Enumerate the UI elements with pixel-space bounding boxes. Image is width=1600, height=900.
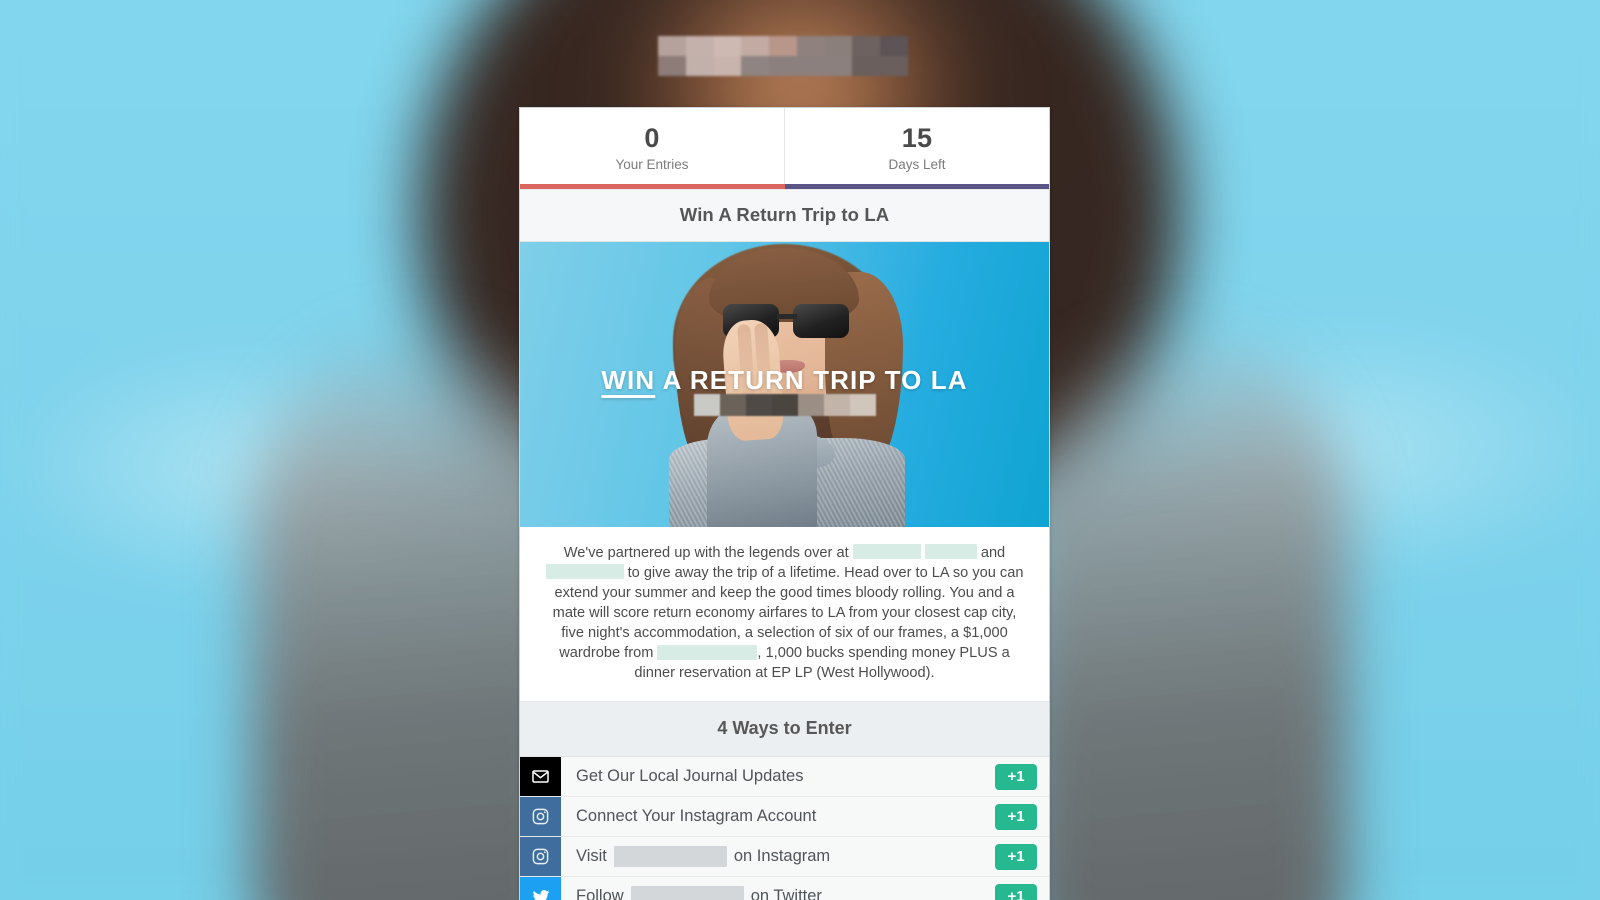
redaction-tile — [852, 56, 881, 76]
entry-label[interactable]: Connect Your Instagram Account — [561, 797, 995, 836]
your-entries-rule — [520, 183, 785, 189]
days-left-value: 15 — [901, 123, 933, 153]
redaction-tile — [741, 56, 770, 76]
counter-your-entries: 0 Your Entries — [520, 108, 784, 184]
entry-list: Get Our Local Journal Updates +1 Connect Y… — [520, 757, 1049, 900]
redaction-tile — [880, 36, 908, 56]
instagram-icon[interactable] — [520, 837, 561, 877]
entry-points: +1 — [995, 757, 1049, 796]
entry-label[interactable]: Visit on Instagram — [561, 837, 995, 876]
entry-label-text: Connect Your Instagram Account — [576, 807, 817, 826]
promo-description: We've partnered up with the legends over… — [520, 526, 1049, 703]
redaction-tile — [824, 56, 853, 76]
redaction-tile — [824, 36, 853, 56]
redacted-brand-2 — [924, 544, 977, 560]
description-part-1: We've partnered up with the legends over… — [563, 544, 849, 561]
your-entries-label: Your Entries — [615, 157, 689, 173]
redaction-tile — [769, 56, 797, 76]
envelope-icon[interactable] — [520, 757, 561, 797]
entry-label-text: Follow — [576, 887, 624, 900]
giveaway-widget-card: 0 Your Entries 15 Days Left Win A Return… — [519, 107, 1050, 900]
redaction-tile — [797, 393, 824, 416]
entry-label[interactable]: Get Our Local Journal Updates — [561, 757, 995, 796]
entry-points: +1 — [995, 877, 1049, 900]
entry-points: +1 — [995, 797, 1049, 836]
hero-headline: WIN A RETURN TRIP TO LA — [520, 365, 1049, 396]
redaction-tile — [741, 36, 770, 56]
redaction-tile — [685, 56, 714, 76]
days-left-rule — [784, 183, 1049, 189]
twitter-icon[interactable] — [520, 877, 561, 900]
entry-row[interactable]: Connect Your Instagram Account +1 — [520, 797, 1049, 838]
redaction-tile — [719, 393, 746, 416]
description-part-2: and — [980, 544, 1006, 561]
hero-image: WIN A RETURN TRIP TO LA — [520, 241, 1049, 527]
redacted-brand-3 — [545, 564, 624, 580]
hero-headline-underlined: WIN — [601, 364, 656, 395]
entry-label[interactable]: Follow on Twitter — [561, 877, 995, 900]
redacted-brand-4 — [657, 644, 758, 660]
instagram-icon[interactable] — [520, 797, 561, 837]
blurred-body-right — [1018, 330, 1348, 900]
redacted-handle — [630, 886, 744, 900]
counter-days-left: 15 Days Left — [784, 108, 1049, 184]
entry-row[interactable]: Follow on Twitter +1 — [520, 877, 1049, 900]
redaction-tile — [693, 393, 720, 416]
redaction-tile — [796, 36, 825, 56]
points-badge[interactable]: +1 — [995, 883, 1037, 900]
redaction-tile — [745, 393, 772, 416]
redaction-tile — [658, 36, 686, 56]
hero-headline-rest: A RETURN TRIP TO LA — [655, 364, 968, 395]
days-left-label: Days Left — [888, 157, 946, 173]
redaction-tile — [796, 56, 825, 76]
redaction-tile — [713, 56, 742, 76]
ways-to-enter-title: 4 Ways to Enter — [520, 702, 1049, 758]
entry-label-suffix: on Instagram — [733, 847, 831, 866]
hero-redacted-logo — [693, 393, 876, 416]
page-title: Win A Return Trip to LA — [520, 188, 1049, 242]
entry-label-suffix: on Twitter — [750, 887, 822, 900]
entry-label-text: Get Our Local Journal Updates — [576, 767, 804, 786]
points-badge[interactable]: +1 — [995, 763, 1037, 790]
redaction-tile — [658, 56, 686, 76]
redacted-handle — [613, 846, 727, 868]
entry-label-text: Visit — [576, 847, 607, 866]
counters-underline — [520, 183, 1049, 189]
entry-row[interactable]: Visit on Instagram +1 — [520, 837, 1049, 878]
redaction-tile — [771, 393, 798, 416]
redaction-tile — [713, 36, 742, 56]
redaction-tile — [685, 36, 714, 56]
redaction-tile — [769, 36, 797, 56]
redaction-tile — [823, 393, 850, 416]
redacted-brand-1 — [852, 544, 921, 560]
your-entries-value: 0 — [644, 123, 660, 153]
redaction-tile — [849, 393, 876, 416]
redaction-tile — [852, 36, 881, 56]
entry-row[interactable]: Get Our Local Journal Updates +1 — [520, 757, 1049, 798]
redaction-tile — [880, 56, 908, 76]
points-badge[interactable]: +1 — [995, 843, 1037, 870]
counters-row: 0 Your Entries 15 Days Left — [520, 108, 1049, 184]
redacted-logo-bar — [658, 36, 908, 76]
entry-points: +1 — [995, 837, 1049, 876]
points-badge[interactable]: +1 — [995, 803, 1037, 830]
